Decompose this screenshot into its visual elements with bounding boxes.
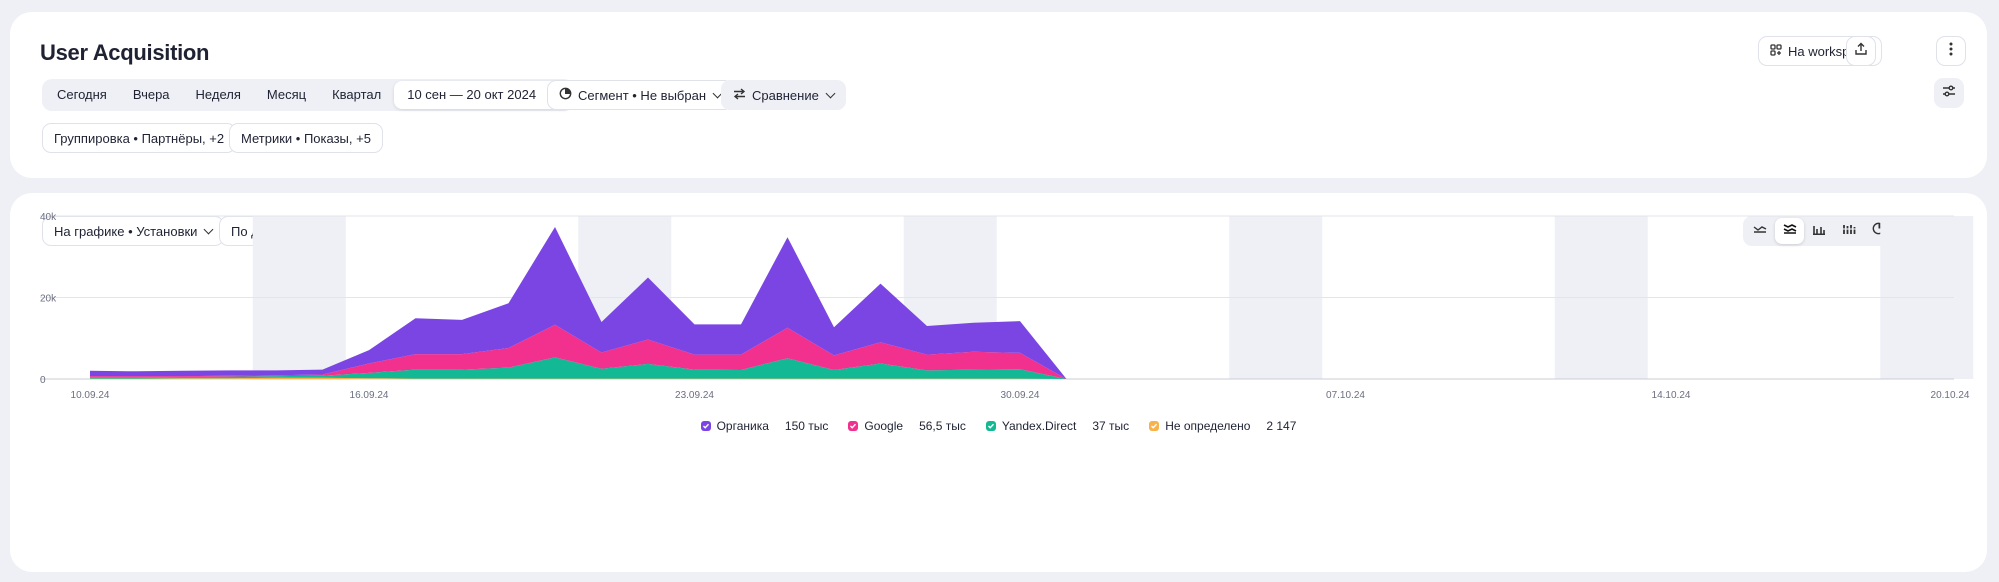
legend-item[interactable]: Не определено 2 147 bbox=[1149, 419, 1296, 433]
legend-series-name: Yandex.Direct bbox=[1001, 419, 1077, 433]
more-vertical-icon bbox=[1949, 42, 1953, 61]
x-tick-label: 23.09.24 bbox=[675, 390, 714, 401]
grouping-label: Группировка • Партнёры, +2 bbox=[54, 130, 225, 146]
x-axis-ticks: 10.09.24 16.09.24 23.09.24 30.09.24 07.10.24… bbox=[71, 390, 1970, 401]
legend-series-total: 150 тыс bbox=[784, 419, 829, 433]
workspace-grid-icon bbox=[1770, 43, 1782, 59]
legend-series-name: Органика bbox=[716, 419, 769, 433]
x-tick-label: 30.09.24 bbox=[1001, 390, 1040, 401]
filter-settings-icon bbox=[1942, 84, 1956, 102]
y-tick-label: 20k bbox=[40, 294, 57, 305]
segment-pie-icon bbox=[559, 87, 572, 103]
segment-select[interactable]: Сегмент • Не выбран bbox=[547, 80, 734, 110]
y-axis-ticks: 0 20k 40k bbox=[40, 212, 57, 386]
compare-arrows-icon bbox=[733, 87, 746, 103]
period-month[interactable]: Месяц bbox=[254, 81, 319, 109]
segment-label: Сегмент • Не выбран bbox=[578, 87, 707, 103]
chart-legend: Органика 150 тыс Google 56,5 тыс Yandex.Dire… bbox=[10, 419, 1987, 433]
period-week[interactable]: Неделя bbox=[183, 81, 254, 109]
x-tick-label: 16.09.24 bbox=[350, 390, 389, 401]
x-tick-label: 14.10.24 bbox=[1652, 390, 1691, 401]
legend-series-total: 2 147 bbox=[1266, 419, 1297, 433]
grouping-select[interactable]: Группировка • Партнёры, +2 bbox=[42, 123, 237, 153]
checkbox-icon bbox=[700, 421, 711, 431]
more-button[interactable] bbox=[1936, 36, 1966, 66]
filter-settings-button[interactable] bbox=[1934, 78, 1964, 108]
legend-series-name: Google bbox=[864, 419, 904, 433]
compare-label: Сравнение bbox=[752, 87, 819, 103]
x-tick-label: 07.10.24 bbox=[1326, 390, 1365, 401]
checkbox-icon bbox=[985, 421, 996, 431]
checkbox-icon bbox=[848, 421, 859, 431]
export-upload-icon bbox=[1854, 42, 1868, 61]
export-button[interactable] bbox=[1846, 36, 1876, 66]
chart-card: На графике • Установки По дням bbox=[10, 193, 1987, 572]
x-tick-label: 20.10.24 bbox=[1931, 390, 1970, 401]
y-tick-label: 0 bbox=[40, 375, 46, 386]
chevron-down-icon bbox=[825, 88, 836, 98]
compare-button[interactable]: Сравнение bbox=[721, 80, 846, 110]
x-tick-label: 10.09.24 bbox=[71, 390, 110, 401]
period-today[interactable]: Сегодня bbox=[44, 81, 120, 109]
metrics-select[interactable]: Метрики • Показы, +5 bbox=[229, 123, 383, 153]
date-range-label: 10 сен — 20 окт 2024 bbox=[407, 87, 537, 102]
legend-series-total: 37 тыс bbox=[1092, 419, 1130, 433]
metrics-label: Метрики • Показы, +5 bbox=[241, 130, 371, 146]
legend-item[interactable]: Google 56,5 тыс bbox=[848, 419, 966, 433]
period-selector: Сегодня Вчера Неделя Месяц Квартал 10 се… bbox=[42, 79, 575, 111]
report-header-card: User Acquisition На workspace Сегодня Вч… bbox=[10, 12, 1987, 178]
period-yesterday[interactable]: Вчера bbox=[120, 81, 183, 109]
date-range-picker[interactable]: 10 сен — 20 окт 2024 bbox=[394, 81, 573, 109]
legend-item[interactable]: Yandex.Direct 37 тыс bbox=[985, 419, 1130, 433]
period-quarter[interactable]: Квартал bbox=[319, 81, 394, 109]
y-tick-label: 40k bbox=[40, 212, 57, 223]
checkbox-icon bbox=[1149, 421, 1160, 431]
page-title: User Acquisition bbox=[40, 40, 210, 65]
legend-item[interactable]: Органика 150 тыс bbox=[700, 419, 829, 433]
stacked-area-chart: 0 20k 40k 10.09.24 16.09.24 23.09.24 30.09.24… bbox=[40, 212, 1974, 401]
legend-series-name: Не определено bbox=[1165, 419, 1251, 433]
legend-series-total: 56,5 тыс bbox=[919, 419, 966, 433]
